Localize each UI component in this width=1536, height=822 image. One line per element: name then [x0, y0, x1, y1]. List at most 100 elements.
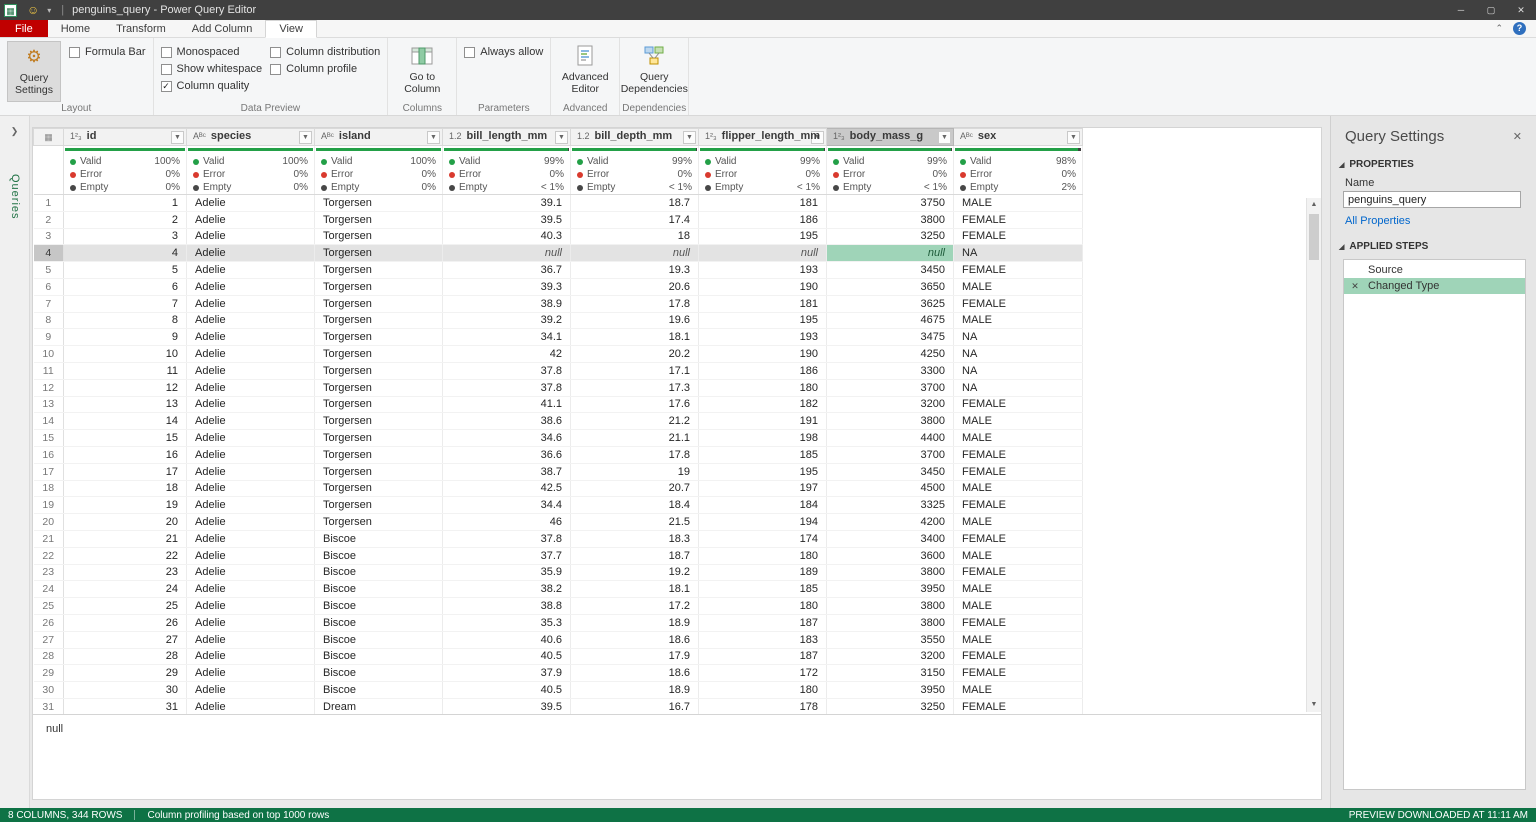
cell-island[interactable]: Biscoe: [315, 614, 443, 631]
cell-bill_depth_mm[interactable]: 20.2: [571, 346, 699, 363]
query-settings-button[interactable]: ⚙ Query Settings: [7, 41, 61, 102]
cell-sex[interactable]: FEMALE: [954, 648, 1083, 665]
cell-bill_length_mm[interactable]: 40.5: [443, 682, 571, 699]
cell-bill_length_mm[interactable]: 37.7: [443, 547, 571, 564]
cell-flipper_length_mm[interactable]: 180: [699, 379, 827, 396]
section-expanded-icon[interactable]: ◢: [1339, 161, 1344, 169]
cell-sex[interactable]: MALE: [954, 682, 1083, 699]
row-number[interactable]: 26: [34, 614, 64, 631]
cell-sex[interactable]: MALE: [954, 195, 1083, 212]
scrollbar-thumb[interactable]: [1309, 214, 1319, 260]
cell-body_mass_g[interactable]: 4250: [827, 346, 954, 363]
cell-bill_length_mm[interactable]: 38.9: [443, 295, 571, 312]
cell-id[interactable]: 27: [64, 631, 187, 648]
cell-body_mass_g[interactable]: 3250: [827, 698, 954, 714]
monospaced-checkbox[interactable]: Monospaced: [161, 46, 263, 58]
cell-flipper_length_mm[interactable]: null: [699, 245, 827, 262]
cell-sex[interactable]: FEMALE: [954, 564, 1083, 581]
row-number[interactable]: 18: [34, 480, 64, 497]
cell-species[interactable]: Adelie: [187, 698, 315, 714]
column-header-bill_length_mm[interactable]: 1.2▼bill_length_mm: [443, 129, 571, 146]
cell-bill_depth_mm[interactable]: 19.2: [571, 564, 699, 581]
cell-body_mass_g[interactable]: 3600: [827, 547, 954, 564]
cell-id[interactable]: 6: [64, 278, 187, 295]
applied-steps-section-header[interactable]: ◢ APPLIED STEPS: [1331, 239, 1536, 254]
row-number[interactable]: 9: [34, 329, 64, 346]
row-number[interactable]: 2: [34, 211, 64, 228]
quick-access-dropdown-icon[interactable]: ▾: [47, 6, 51, 15]
cell-flipper_length_mm[interactable]: 193: [699, 329, 827, 346]
cell-body_mass_g[interactable]: 3950: [827, 682, 954, 699]
cell-id[interactable]: 8: [64, 312, 187, 329]
cell-sex[interactable]: NA: [954, 346, 1083, 363]
cell-id[interactable]: 17: [64, 463, 187, 480]
column-profile-checkbox[interactable]: Column profile: [270, 63, 380, 75]
cell-flipper_length_mm[interactable]: 184: [699, 497, 827, 514]
text-type-icon[interactable]: Aᴮᶜ: [960, 131, 973, 141]
filter-dropdown-icon[interactable]: ▼: [938, 131, 951, 144]
cell-bill_depth_mm[interactable]: 18.6: [571, 665, 699, 682]
cell-flipper_length_mm[interactable]: 182: [699, 396, 827, 413]
filter-dropdown-icon[interactable]: ▼: [555, 131, 568, 144]
cell-flipper_length_mm[interactable]: 186: [699, 211, 827, 228]
row-number[interactable]: 1: [34, 195, 64, 212]
cell-species[interactable]: Adelie: [187, 547, 315, 564]
cell-bill_length_mm[interactable]: 40.5: [443, 648, 571, 665]
cell-bill_depth_mm[interactable]: 21.2: [571, 413, 699, 430]
cell-id[interactable]: 5: [64, 262, 187, 279]
cell-body_mass_g[interactable]: 3325: [827, 497, 954, 514]
cell-flipper_length_mm[interactable]: 174: [699, 530, 827, 547]
row-number[interactable]: 7: [34, 295, 64, 312]
row-number[interactable]: 27: [34, 631, 64, 648]
cell-id[interactable]: 21: [64, 530, 187, 547]
cell-island[interactable]: Biscoe: [315, 648, 443, 665]
cell-id[interactable]: 22: [64, 547, 187, 564]
cell-island[interactable]: Torgersen: [315, 396, 443, 413]
row-number[interactable]: 12: [34, 379, 64, 396]
cell-island[interactable]: Torgersen: [315, 329, 443, 346]
cell-body_mass_g[interactable]: null: [827, 245, 954, 262]
cell-bill_depth_mm[interactable]: 16.7: [571, 698, 699, 714]
cell-bill_depth_mm[interactable]: 21.1: [571, 430, 699, 447]
cell-island[interactable]: Biscoe: [315, 631, 443, 648]
filter-dropdown-icon[interactable]: ▼: [299, 131, 312, 144]
cell-sex[interactable]: FEMALE: [954, 614, 1083, 631]
cell-bill_depth_mm[interactable]: 18.1: [571, 329, 699, 346]
row-number[interactable]: 14: [34, 413, 64, 430]
expand-queries-icon[interactable]: ❯: [0, 126, 29, 137]
cell-bill_depth_mm[interactable]: 19.3: [571, 262, 699, 279]
cell-flipper_length_mm[interactable]: 185: [699, 446, 827, 463]
close-pane-icon[interactable]: ✕: [1513, 130, 1522, 143]
cell-species[interactable]: Adelie: [187, 278, 315, 295]
cell-bill_length_mm[interactable]: 37.8: [443, 362, 571, 379]
cell-sex[interactable]: FEMALE: [954, 665, 1083, 682]
cell-sex[interactable]: MALE: [954, 413, 1083, 430]
cell-island[interactable]: Torgersen: [315, 262, 443, 279]
cell-body_mass_g[interactable]: 3475: [827, 329, 954, 346]
cell-body_mass_g[interactable]: 3800: [827, 564, 954, 581]
cell-island[interactable]: Torgersen: [315, 446, 443, 463]
cell-island[interactable]: Torgersen: [315, 514, 443, 531]
filter-dropdown-icon[interactable]: ▼: [683, 131, 696, 144]
whole-number-type-icon[interactable]: 1²₃: [70, 131, 82, 141]
cell-bill_length_mm[interactable]: 39.1: [443, 195, 571, 212]
column-distribution-checkbox[interactable]: Column distribution: [270, 46, 380, 58]
cell-sex[interactable]: FEMALE: [954, 228, 1083, 245]
cell-flipper_length_mm[interactable]: 190: [699, 278, 827, 295]
all-properties-link[interactable]: All Properties: [1331, 208, 1536, 237]
close-button[interactable]: ✕: [1506, 0, 1536, 20]
row-number[interactable]: 22: [34, 547, 64, 564]
cell-bill_depth_mm[interactable]: 17.8: [571, 295, 699, 312]
cell-species[interactable]: Adelie: [187, 195, 315, 212]
cell-bill_length_mm[interactable]: 39.5: [443, 698, 571, 714]
cell-bill_length_mm[interactable]: 39.5: [443, 211, 571, 228]
cell-island[interactable]: Torgersen: [315, 312, 443, 329]
cell-sex[interactable]: MALE: [954, 581, 1083, 598]
cell-flipper_length_mm[interactable]: 194: [699, 514, 827, 531]
cell-sex[interactable]: MALE: [954, 430, 1083, 447]
cell-bill_depth_mm[interactable]: 17.1: [571, 362, 699, 379]
cell-id[interactable]: 13: [64, 396, 187, 413]
go-to-column-button[interactable]: Go to Column: [395, 41, 449, 102]
cell-island[interactable]: Biscoe: [315, 530, 443, 547]
always-allow-checkbox[interactable]: Always allow: [464, 46, 543, 58]
